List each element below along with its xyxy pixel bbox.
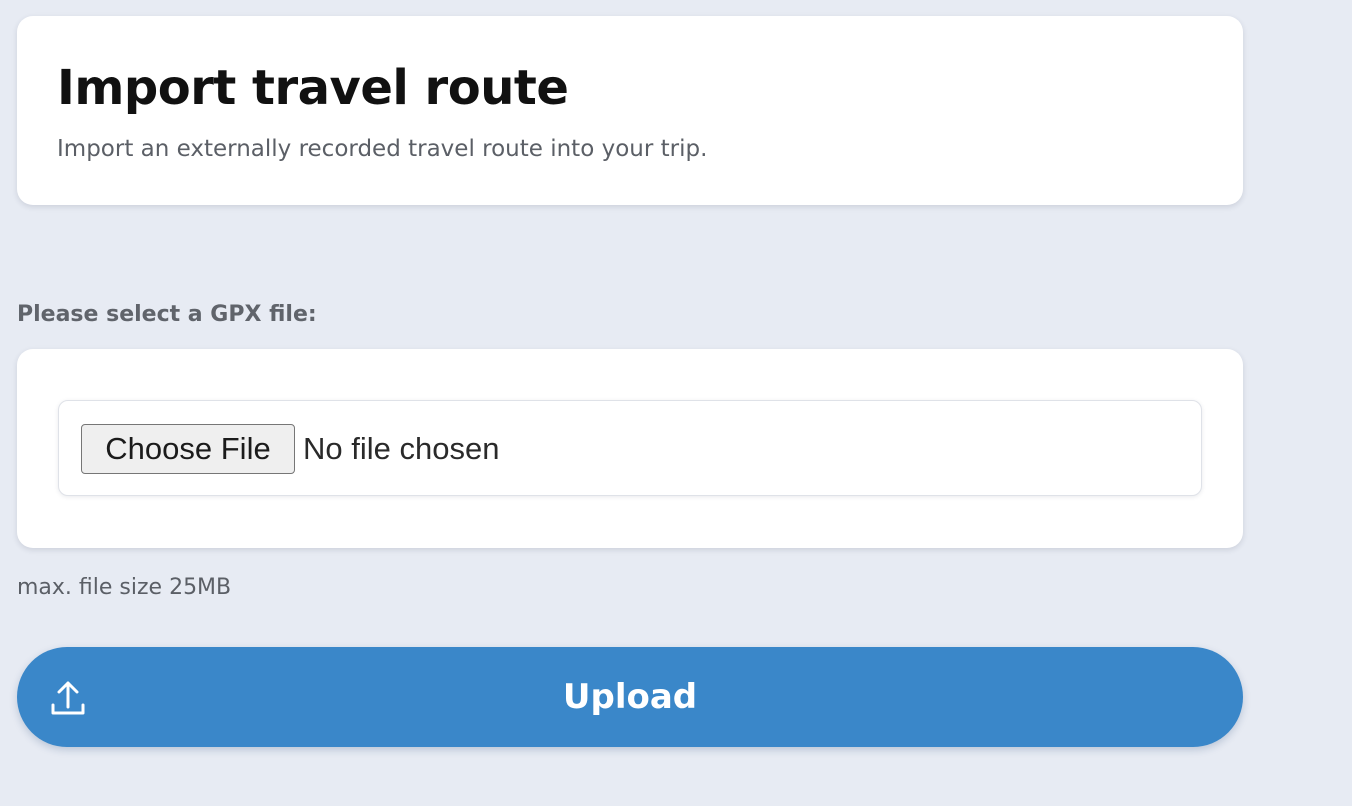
max-file-size-note: max. file size 25MB: [17, 575, 232, 600]
file-card: Choose File No file chosen: [17, 349, 1243, 548]
choose-file-button[interactable]: Choose File: [81, 424, 295, 474]
file-input[interactable]: Choose File No file chosen: [58, 400, 1202, 496]
page-title: Import travel route: [57, 60, 569, 116]
page-subtitle: Import an externally recorded travel rou…: [57, 136, 708, 162]
upload-button[interactable]: Upload: [17, 647, 1243, 747]
file-status-text: No file chosen: [303, 431, 500, 466]
gpx-file-label: Please select a GPX file:: [17, 302, 317, 327]
upload-button-label: Upload: [562, 677, 698, 717]
header-card: Import travel route Import an externally…: [17, 16, 1243, 205]
